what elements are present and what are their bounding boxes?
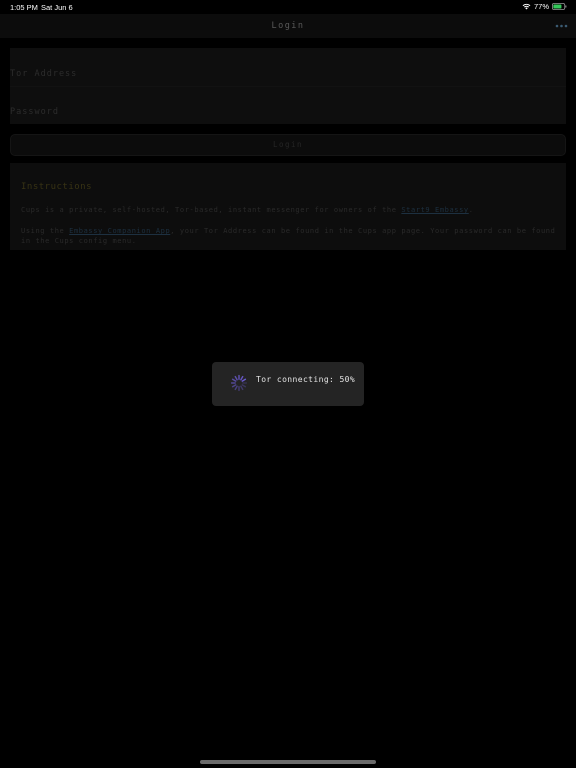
nav-bar: Login	[0, 14, 576, 38]
nav-title: Login	[271, 21, 305, 31]
spinner-ray	[241, 378, 247, 382]
spinner-ray	[241, 384, 247, 388]
status-bar: 1:05 PM Sat Jun 6 77%	[0, 0, 576, 14]
screen: 1:05 PM Sat Jun 6 77% Login Tor Address …	[0, 0, 576, 768]
password-input[interactable]	[10, 102, 546, 122]
ellipsis-icon[interactable]	[555, 23, 568, 29]
start9-embassy-link[interactable]: Start9 Embassy	[401, 206, 468, 214]
toast-message: Tor connecting: 50%	[256, 375, 356, 384]
status-date: Sat Jun 6	[41, 3, 73, 12]
para1-text: Cups is a private, self-hosted, Tor-base…	[21, 206, 402, 214]
status-indicators: 77%	[522, 2, 567, 11]
instructions-paragraph-1: Cups is a private, self-hosted, Tor-base…	[21, 205, 556, 215]
para1-end: .	[468, 206, 474, 214]
spinner-icon	[230, 374, 248, 392]
embassy-companion-app-link[interactable]: Embassy Companion App	[69, 227, 170, 235]
field-divider	[10, 86, 566, 87]
spinner-ray	[240, 375, 244, 381]
battery-percent: 77%	[533, 2, 549, 11]
spinner-ray	[231, 378, 237, 382]
instructions-title: Instructions	[21, 182, 93, 192]
para2-text: Using the	[21, 227, 70, 235]
wifi-icon	[522, 3, 531, 10]
spinner-ray	[240, 385, 244, 391]
tor-address-input[interactable]	[10, 64, 546, 84]
instructions-paragraph-2: Using the Embassy Companion App, your To…	[21, 226, 556, 246]
login-button[interactable]: Login	[10, 134, 566, 156]
spinner-ray	[234, 385, 238, 391]
spinner-ray	[234, 375, 238, 381]
status-time: 1:05 PM	[10, 3, 38, 12]
spinner-ray	[231, 384, 237, 388]
home-indicator[interactable]	[200, 760, 376, 764]
battery-icon	[552, 3, 567, 10]
instructions-card: Instructions Cups is a private, self-hos…	[10, 163, 566, 250]
loading-toast: Tor connecting: 50%	[212, 362, 364, 406]
